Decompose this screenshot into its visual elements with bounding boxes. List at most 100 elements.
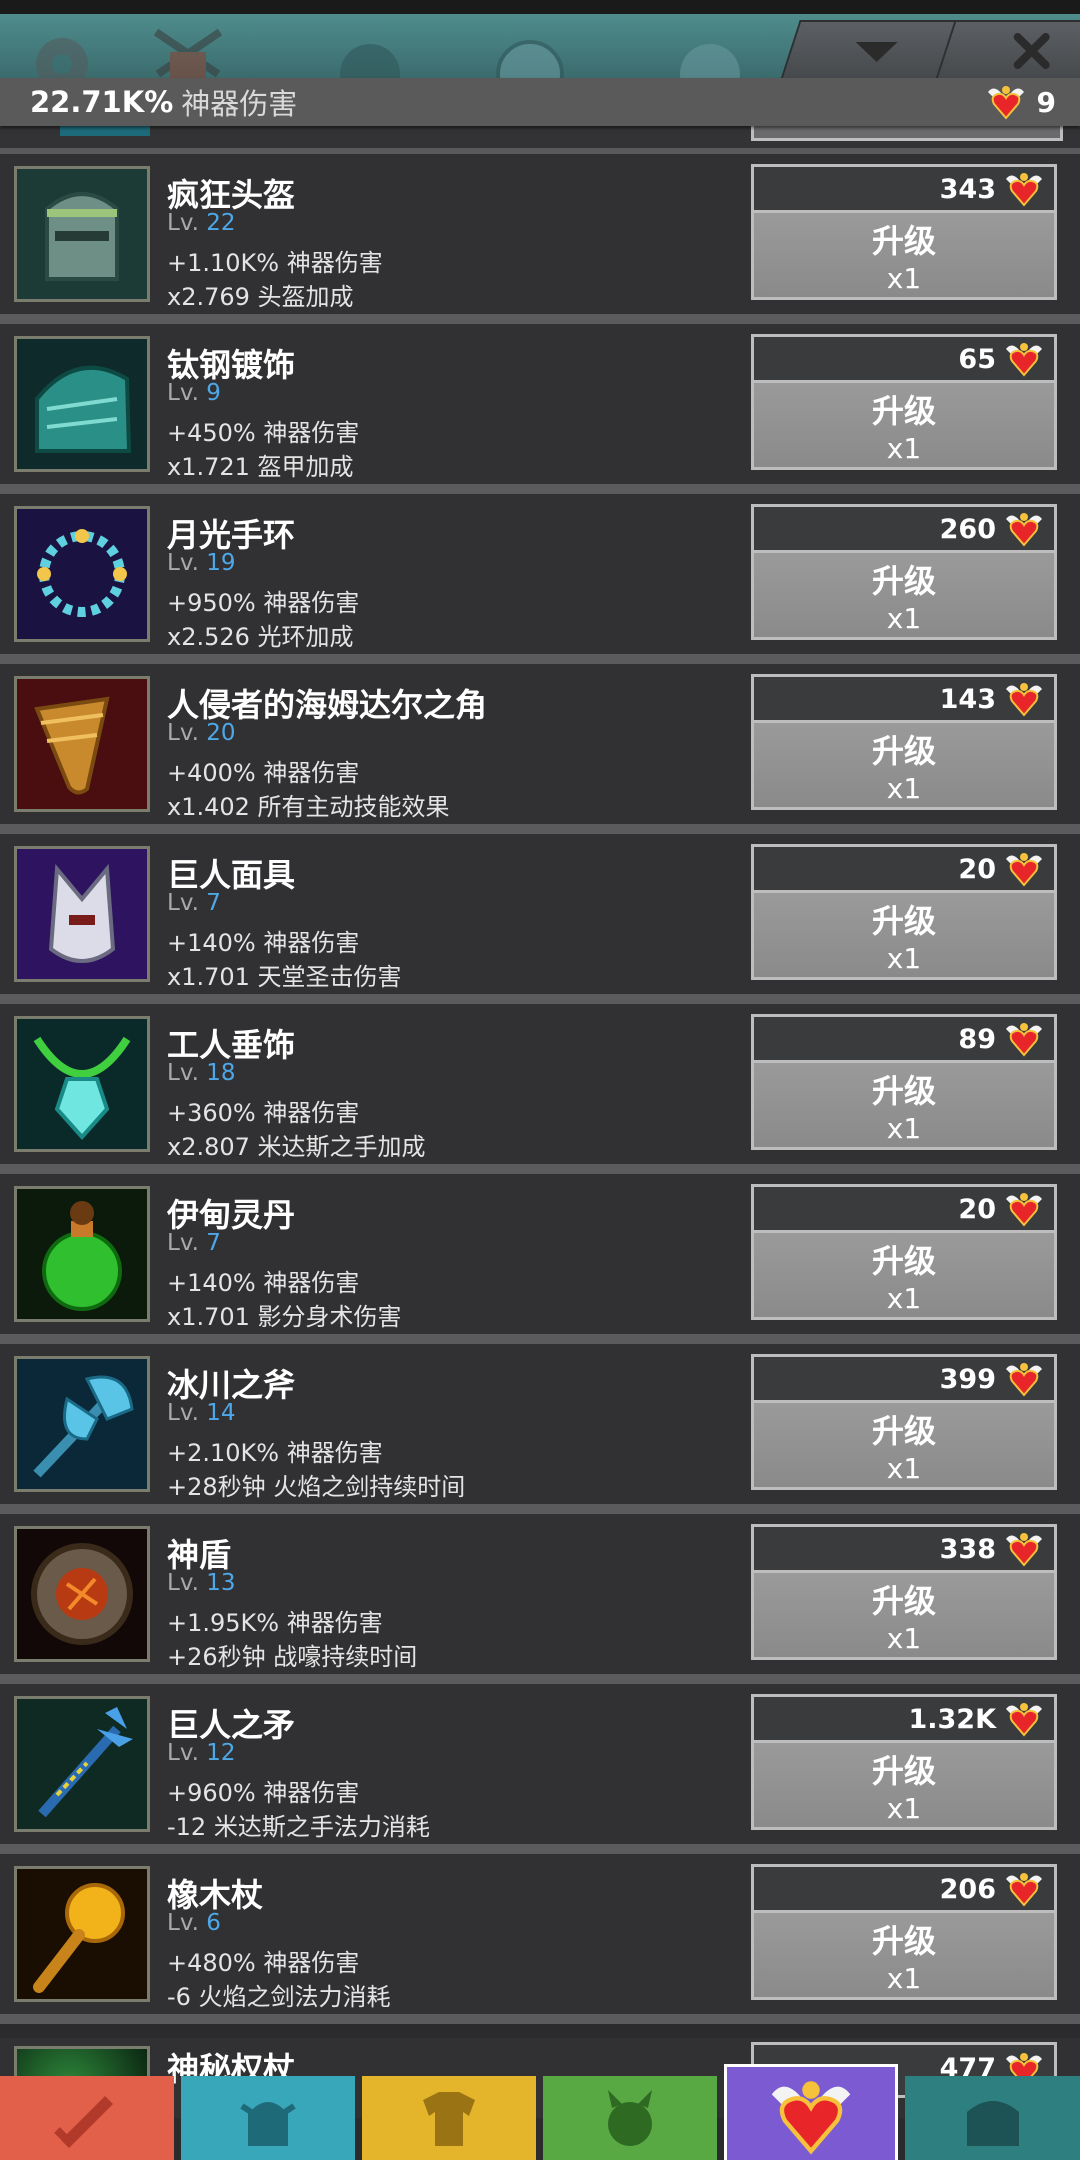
upgrade-button[interactable]: 1.32K 升级 x1 xyxy=(751,1694,1057,1830)
artifact-row: 工人垂饰 Lv. 18 +360% 神器伤害 x2.807 米达斯之手加成 89… xyxy=(0,1004,1080,1174)
upgrade-multiplier: x1 xyxy=(886,942,922,975)
upgrade-multiplier: x1 xyxy=(886,262,922,295)
upgrade-button[interactable]: 399 升级 x1 xyxy=(751,1354,1057,1490)
upgrade-multiplier: x1 xyxy=(886,1792,922,1825)
upgrade-cost: 20 xyxy=(751,1184,1057,1232)
artifact-level: Lv. 6 xyxy=(167,1910,221,1936)
artifact-bonus-stat: x1.721 盔甲加成 xyxy=(167,453,354,481)
triangle-down-icon xyxy=(855,42,898,62)
relic-count: 9 xyxy=(1036,86,1056,119)
gear-icon[interactable] xyxy=(22,24,102,78)
artifact-level: Lv. 19 xyxy=(167,550,236,576)
upgrade-button[interactable]: 89 升级 x1 xyxy=(751,1014,1057,1150)
artifact-row: 钛钢镀饰 Lv. 9 +450% 神器伤害 x1.721 盔甲加成 65 升级 x… xyxy=(0,324,1080,494)
artifact-damage-summary: 22.71K% 神器伤害 9 xyxy=(0,78,1080,126)
artifact-bonus-stat: -6 火焰之剑法力消耗 xyxy=(167,1983,391,2011)
upgrade-label: 升级 xyxy=(871,562,936,600)
map-node-icon[interactable] xyxy=(330,24,410,78)
winged-heart-icon xyxy=(1005,1532,1043,1566)
upgrade-label: 升级 xyxy=(871,732,936,770)
horn-icon xyxy=(17,679,147,809)
artifact-damage-stat: +960% 神器伤害 xyxy=(167,1779,360,1807)
winged-heart-icon xyxy=(1005,172,1043,206)
winged-heart-icon xyxy=(1005,1872,1043,1906)
artifact-icon-frame xyxy=(14,1866,150,2002)
nav-tab-sword[interactable] xyxy=(0,2076,174,2160)
artifact-bonus-stat: x1.701 天堂圣击伤害 xyxy=(167,963,402,991)
upgrade-button[interactable]: 20 升级 x1 xyxy=(751,844,1057,980)
artifact-row: 冰川之斧 Lv. 14 +2.10K% 神器伤害 +28秒钟 火焰之剑持续时间 … xyxy=(0,1344,1080,1514)
artifact-icon-frame xyxy=(14,166,150,302)
artifact-level: Lv. 13 xyxy=(167,1570,236,1596)
pendant-icon xyxy=(17,1019,147,1149)
nav-tab-shop[interactable] xyxy=(905,2076,1080,2160)
artifact-damage-stat: +480% 神器伤害 xyxy=(167,1949,360,1977)
upgrade-multiplier: x1 xyxy=(886,1282,922,1315)
crossed-swords-icon[interactable] xyxy=(148,24,228,78)
upgrade-cost: 399 xyxy=(751,1354,1057,1402)
upgrade-cost: 89 xyxy=(751,1014,1057,1062)
upgrade-button[interactable]: 20 升级 x1 xyxy=(751,1184,1057,1320)
nav-tab-heroes[interactable] xyxy=(181,2076,355,2160)
artifact-bonus-stat: x1.402 所有主动技能效果 xyxy=(167,793,450,821)
upgrade-cost: 260 xyxy=(751,504,1057,552)
winged-heart-icon xyxy=(763,2072,859,2156)
upgrade-button[interactable]: 343 升级 x1 xyxy=(751,164,1057,300)
artifact-level: Lv. 12 xyxy=(167,1740,236,1766)
artifact-icon-frame xyxy=(14,1016,150,1152)
artifact-icon-frame xyxy=(14,336,150,472)
potion-icon xyxy=(17,1189,147,1319)
artifact-level: Lv. 9 xyxy=(167,380,221,406)
winged-heart-icon xyxy=(1005,1362,1043,1396)
map-node-icon[interactable] xyxy=(670,24,750,78)
artifact-damage-stat: +360% 神器伤害 xyxy=(167,1099,360,1127)
artifact-row: 人侵者的海姆达尔之角 Lv. 20 +400% 神器伤害 x1.402 所有主动… xyxy=(0,664,1080,834)
upgrade-button[interactable]: 260 升级 x1 xyxy=(751,504,1057,640)
nav-tab-artifacts[interactable] xyxy=(724,2064,898,2160)
upgrade-button[interactable]: 206 升级 x1 xyxy=(751,1864,1057,2000)
artifact-row: 疯狂头盔 Lv. 22 +1.10K% 神器伤害 x2.769 头盔加成 343… xyxy=(0,154,1080,324)
winged-heart-icon xyxy=(1005,852,1043,886)
artifact-bonus-stat: x2.769 头盔加成 xyxy=(167,283,354,311)
upgrade-multiplier: x1 xyxy=(886,772,922,805)
artifact-damage-stat: +2.10K% 神器伤害 xyxy=(167,1439,383,1467)
pet-icon xyxy=(608,2090,652,2146)
artifact-level: Lv. 18 xyxy=(167,1060,236,1086)
artifact-damage-stat: +1.95K% 神器伤害 xyxy=(167,1609,383,1637)
nav-tab-pets[interactable] xyxy=(543,2076,717,2160)
upgrade-label: 升级 xyxy=(871,1242,936,1280)
upgrade-label: 升级 xyxy=(871,902,936,940)
artifact-damage-stat: +1.10K% 神器伤害 xyxy=(167,249,383,277)
close-panel-button[interactable] xyxy=(935,20,1080,78)
hero-helmet-icon xyxy=(240,2102,296,2146)
staff-icon xyxy=(17,1869,147,1999)
artifact-row: 伊甸灵丹 Lv. 7 +140% 神器伤害 x1.701 影分身术伤害 20 升… xyxy=(0,1174,1080,1344)
artifact-level: Lv. 7 xyxy=(167,890,221,916)
upgrade-cost: 20 xyxy=(751,844,1057,892)
pauldron-icon xyxy=(17,339,147,469)
artifact-row: 巨人之矛 Lv. 12 +960% 神器伤害 -12 米达斯之手法力消耗 1.3… xyxy=(0,1684,1080,1854)
artifact-bonus-stat: -12 米达斯之手法力消耗 xyxy=(167,1813,430,1841)
upgrade-button[interactable]: 338 升级 x1 xyxy=(751,1524,1057,1660)
nav-tab-equipment[interactable] xyxy=(362,2076,536,2160)
artifact-row: 橡木杖 Lv. 6 +480% 神器伤害 -6 火焰之剑法力消耗 206 升级 x… xyxy=(0,1854,1080,2024)
upgrade-button[interactable]: 65 升级 x1 xyxy=(751,334,1057,470)
winged-heart-icon xyxy=(1005,1022,1043,1056)
winged-heart-icon xyxy=(1005,512,1043,546)
total-artifact-damage-value: 22.71K% xyxy=(30,85,174,119)
bottom-navigation xyxy=(0,2064,1080,2160)
upgrade-cost: 343 xyxy=(751,164,1057,212)
upgrade-cost: 143 xyxy=(751,674,1057,722)
upgrade-multiplier: x1 xyxy=(886,602,922,635)
status-strip xyxy=(0,0,1080,14)
artifact-icon-frame xyxy=(14,1186,150,1322)
axe-icon xyxy=(17,1359,147,1489)
winged-heart-icon xyxy=(1005,682,1043,716)
upgrade-button[interactable]: 143 升级 x1 xyxy=(751,674,1057,810)
upgrade-multiplier: x1 xyxy=(886,1622,922,1655)
artifact-level: Lv. 14 xyxy=(167,1400,236,1426)
winged-heart-icon xyxy=(1005,1192,1043,1226)
artifact-row: 月光手环 Lv. 19 +950% 神器伤害 x2.526 光环加成 260 升… xyxy=(0,494,1080,664)
upgrade-label: 升级 xyxy=(871,222,936,260)
map-node-icon[interactable] xyxy=(490,24,570,78)
